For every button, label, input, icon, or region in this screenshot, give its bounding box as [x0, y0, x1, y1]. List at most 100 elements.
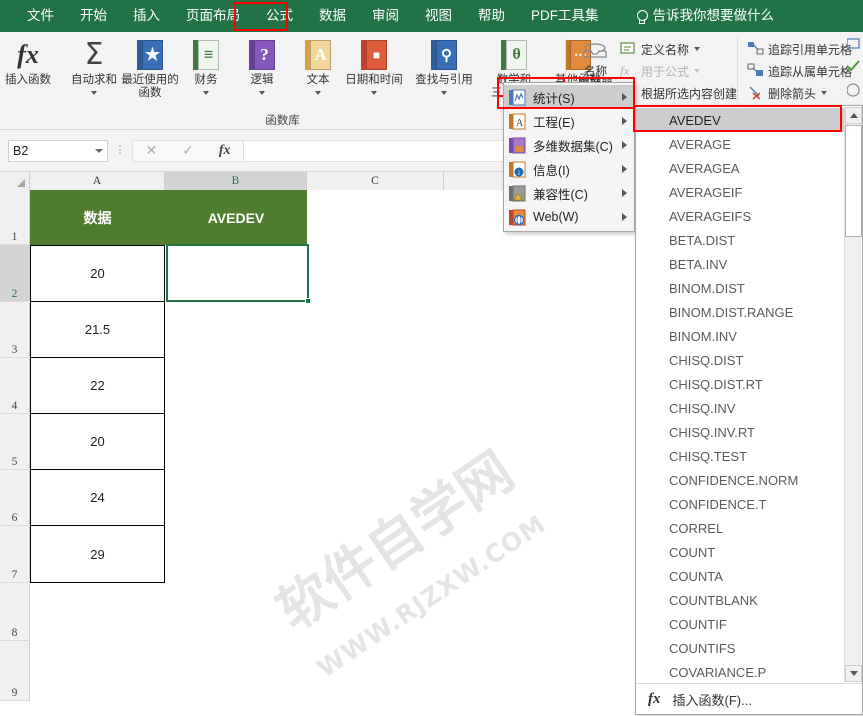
cell-A9[interactable] [30, 641, 165, 701]
name-box[interactable]: B2 [8, 139, 108, 162]
logical-button[interactable]: ? 逻辑 [234, 36, 290, 98]
function-item-averageif[interactable]: AVERAGEIF [636, 180, 844, 204]
remove-arrows-item[interactable]: 删除箭头 [745, 82, 863, 104]
function-item-binom-dist[interactable]: BINOM.DIST [636, 276, 844, 300]
watch-window-partial-icon[interactable] [846, 38, 861, 59]
function-item-beta-inv[interactable]: BETA.INV [636, 252, 844, 276]
date-time-caret[interactable] [371, 87, 377, 98]
row-header-5[interactable]: 5 [0, 414, 30, 470]
cell-C2[interactable] [307, 245, 444, 302]
menu-item-engineering[interactable]: A 工程(E) [504, 109, 634, 133]
cell-A7[interactable]: 29 [30, 526, 165, 583]
function-item-correl[interactable]: CORREL [636, 516, 844, 540]
function-item-chisq-test[interactable]: CHISQ.TEST [636, 444, 844, 468]
cell-C3[interactable] [307, 302, 444, 358]
autosum-caret[interactable] [91, 87, 97, 98]
row-header-4[interactable]: 4 [0, 358, 30, 414]
row-header-7[interactable]: 7 [0, 526, 30, 583]
function-item-countif[interactable]: COUNTIF [636, 612, 844, 636]
cell-A8[interactable] [30, 583, 165, 641]
row-header-8[interactable]: 8 [0, 583, 30, 641]
menu-item-information[interactable]: i 信息(I) [504, 157, 634, 181]
tab-insert[interactable]: 插入 [120, 0, 173, 32]
column-header-c[interactable]: C [307, 172, 444, 190]
logical-caret[interactable] [259, 87, 265, 98]
tell-me-box[interactable]: 告诉我你想要做什么 [622, 0, 788, 32]
cell-B2[interactable] [165, 245, 307, 302]
autosum-button[interactable]: Σ 自动求和 [66, 36, 122, 98]
row-header-6[interactable]: 6 [0, 470, 30, 526]
cell-B4[interactable] [165, 358, 307, 414]
insert-function-button[interactable]: fx 插入函数 [0, 36, 56, 87]
cell-B6[interactable] [165, 470, 307, 526]
menu-item-cube[interactable]: 多维数据集(C) [504, 133, 634, 157]
cell-B8[interactable] [165, 583, 307, 641]
calculate-partial-icon[interactable] [846, 82, 861, 103]
text-caret[interactable] [315, 87, 321, 98]
cell-C8[interactable] [307, 583, 444, 641]
row-header-3[interactable]: 3 [0, 302, 30, 358]
column-header-a[interactable]: A [30, 172, 165, 190]
cell-B5[interactable] [165, 414, 307, 470]
cell-A4[interactable]: 22 [30, 358, 165, 414]
function-item-chisq-dist-rt[interactable]: CHISQ.DIST.RT [636, 372, 844, 396]
financial-button[interactable]: ≡ 财务 [178, 36, 234, 98]
function-item-covariance-p[interactable]: COVARIANCE.P [636, 660, 844, 684]
function-item-countifs[interactable]: COUNTIFS [636, 636, 844, 660]
cell-B1[interactable]: AVEDEV [165, 190, 307, 245]
menu-item-compatibility[interactable]: 兼容性(C) [504, 181, 634, 205]
define-name-item[interactable]: 定义名称 [618, 38, 737, 60]
function-item-averageifs[interactable]: AVERAGEIFS [636, 204, 844, 228]
tab-review[interactable]: 审阅 [359, 0, 412, 32]
fill-handle[interactable] [305, 298, 311, 304]
row-header-2[interactable]: 2 [0, 245, 30, 302]
tab-home[interactable]: 开始 [67, 0, 120, 32]
text-button[interactable]: A 文本 [290, 36, 346, 98]
date-time-button[interactable]: ■ 日期和时间 [345, 36, 403, 98]
error-checking-partial-icon[interactable] [846, 60, 861, 81]
tab-formulas[interactable]: 公式 [253, 0, 306, 32]
scrollbar-thumb[interactable] [845, 125, 862, 237]
cell-A6[interactable]: 24 [30, 470, 165, 526]
cancel-x-icon[interactable]: ✕ [145, 142, 157, 159]
cell-C5[interactable] [307, 414, 444, 470]
financial-caret[interactable] [203, 87, 209, 98]
cell-B9[interactable] [165, 641, 307, 701]
menu-item-web[interactable]: Web(W) [504, 205, 634, 229]
function-item-binom-dist-range[interactable]: BINOM.DIST.RANGE [636, 300, 844, 324]
create-from-selection-item[interactable]: 根据所选内容创建 [618, 82, 737, 104]
cell-A3[interactable]: 21.5 [30, 302, 165, 358]
recently-used-button[interactable]: ★ 最近使用的 函数 [121, 36, 179, 100]
tab-page-layout[interactable]: 页面布局 [173, 0, 253, 32]
function-item-beta-dist[interactable]: BETA.DIST [636, 228, 844, 252]
cell-A5[interactable]: 20 [30, 414, 165, 470]
cell-A1[interactable]: 数据 [30, 190, 165, 245]
function-item-confidence-t[interactable]: CONFIDENCE.T [636, 492, 844, 516]
function-item-binom-inv[interactable]: BINOM.INV [636, 324, 844, 348]
function-item-confidence-norm[interactable]: CONFIDENCE.NORM [636, 468, 844, 492]
lookup-reference-button[interactable]: ⚲ 查找与引用 [415, 36, 473, 98]
confirm-check-icon[interactable]: ✓ [182, 142, 194, 159]
function-item-count[interactable]: COUNT [636, 540, 844, 564]
function-item-chisq-dist[interactable]: CHISQ.DIST [636, 348, 844, 372]
formula-bar-expand-handle[interactable]: ⋮ [112, 145, 128, 156]
remove-arrows-caret[interactable] [821, 91, 828, 95]
tab-view[interactable]: 视图 [412, 0, 465, 32]
cell-B7[interactable] [165, 526, 307, 583]
row-header-9[interactable]: 9 [0, 641, 30, 701]
trace-dependents-item[interactable]: 追踪从属单元格 [745, 60, 863, 82]
tab-data[interactable]: 数据 [306, 0, 359, 32]
chevron-down-icon[interactable] [95, 148, 103, 153]
define-name-caret[interactable] [694, 47, 700, 51]
cell-C7[interactable] [307, 526, 444, 583]
scroll-down-button[interactable] [845, 665, 862, 682]
select-all-corner[interactable] [0, 172, 30, 190]
column-header-b[interactable]: B [165, 172, 307, 190]
row-header-1[interactable]: 1 [0, 190, 30, 245]
function-item-average[interactable]: AVERAGE [636, 132, 844, 156]
function-item-averagea[interactable]: AVERAGEA [636, 156, 844, 180]
function-item-counta[interactable]: COUNTA [636, 564, 844, 588]
cell-C9[interactable] [307, 641, 444, 701]
insert-function-fx-icon[interactable]: fx [219, 143, 231, 159]
function-item-chisq-inv-rt[interactable]: CHISQ.INV.RT [636, 420, 844, 444]
